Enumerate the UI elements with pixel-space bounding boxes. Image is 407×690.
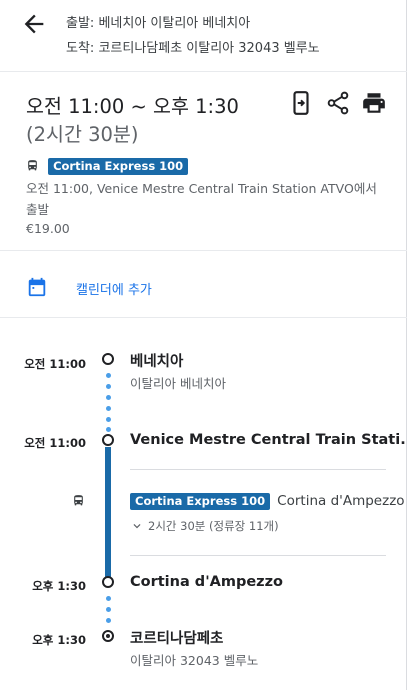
summary-divider xyxy=(0,250,407,251)
end-place[interactable]: 코르티나담페초 xyxy=(130,627,223,648)
board-time: 오전 11:00 xyxy=(24,436,86,450)
arrow-back-icon xyxy=(24,14,44,34)
print-icon xyxy=(363,93,385,113)
walk-dot xyxy=(106,384,111,389)
walk-dot xyxy=(106,607,111,612)
start-time: 오전 11:00 xyxy=(24,357,86,371)
walk-dot xyxy=(106,596,111,601)
transit-top-divider xyxy=(130,469,386,470)
stops-text: 2시간 30분 (정류장 11개) xyxy=(148,519,279,533)
destination-label: 도착 xyxy=(66,41,90,56)
start-address: 이탈리아 베네치아 xyxy=(130,376,226,391)
departure-description: 오전 11:00, Venice Mestre Central Train St… xyxy=(26,181,377,217)
header-divider xyxy=(0,71,407,72)
transit-bus-icon-wrap xyxy=(72,492,85,511)
chevron-down-icon xyxy=(133,524,141,529)
transit-headsign: Cortina d'Ampezzo xyxy=(277,493,405,509)
board-node xyxy=(102,434,114,446)
calendar-icon xyxy=(28,277,46,297)
end-time: 오후 1:30 xyxy=(32,633,86,647)
transit-line xyxy=(105,447,111,577)
walk-dot xyxy=(106,406,111,411)
walk-dot xyxy=(106,395,111,400)
trip-duration: (2시간 30분) xyxy=(26,123,139,146)
end-address: 이탈리아 32043 벨루노 xyxy=(130,653,259,668)
back-button[interactable] xyxy=(20,10,48,38)
trip-time-range: 오전 11:00 ~ 오후 1:30 xyxy=(26,95,239,118)
directions-panel: 출발: 베네치아 이탈리아 베네치아 도착: 코르티나담페초 이탈리아 3204… xyxy=(0,0,407,690)
fare-price: €19.00 xyxy=(26,221,70,236)
bus-icon xyxy=(74,495,83,506)
alight-place[interactable]: Cortina d'Ampezzo xyxy=(130,574,283,590)
alight-node xyxy=(102,576,114,588)
origin-value: 베네치아 이탈리아 베네치아 xyxy=(98,16,251,31)
calendar-divider xyxy=(0,317,407,318)
add-to-calendar-label: 캘린더에 추가 xyxy=(76,283,152,298)
share-button[interactable] xyxy=(325,90,351,116)
board-place[interactable]: Venice Mestre Central Train Stati... xyxy=(130,432,407,448)
origin-label: 출발 xyxy=(66,16,90,31)
transit-bottom-divider xyxy=(130,555,386,556)
walk-dot xyxy=(106,427,111,432)
transit-route: Cortina Express 100 Cortina d'Ampezzo xyxy=(130,490,405,510)
stops-toggle[interactable]: 2시간 30분 (정류장 11개) xyxy=(130,518,279,536)
walk-dot xyxy=(106,618,111,623)
walk-dot xyxy=(106,373,111,378)
print-button[interactable] xyxy=(361,90,387,116)
alight-time: 오후 1:30 xyxy=(32,579,86,593)
start-node xyxy=(102,353,114,365)
route-badge: Cortina Express 100 xyxy=(48,158,189,175)
origin-line: 출발: 베네치아 이탈리아 베네치아 xyxy=(66,16,251,31)
bus-icon xyxy=(28,160,37,171)
transit-route-badge: Cortina Express 100 xyxy=(130,493,271,510)
send-to-phone-button[interactable] xyxy=(288,90,314,116)
add-to-calendar-button[interactable]: 캘린더에 추가 xyxy=(26,276,226,302)
walk-dot xyxy=(106,417,111,422)
destination-line: 도착: 코르티나담페초 이탈리아 32043 벨루노 xyxy=(66,41,320,56)
destination-value: 코르티나담페초 이탈리아 32043 벨루노 xyxy=(98,41,320,56)
destination-node xyxy=(102,630,114,642)
share-icon xyxy=(327,91,349,115)
start-place[interactable]: 베네치아 xyxy=(130,350,183,371)
route-summary: Cortina Express 100 xyxy=(26,155,189,175)
send-to-phone-icon xyxy=(293,91,309,115)
